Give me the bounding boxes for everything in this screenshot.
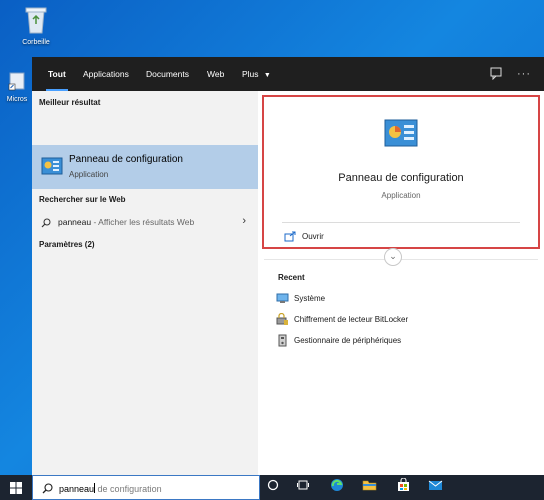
mail-icon[interactable]: [424, 478, 446, 498]
web-search-heading: Rechercher sur le Web: [39, 195, 126, 204]
settings-heading[interactable]: Paramètres (2): [39, 240, 95, 249]
search-typed: panneau: [59, 484, 95, 494]
more-options-icon[interactable]: ···: [516, 66, 532, 82]
system-icon: [276, 293, 289, 303]
feedback-icon[interactable]: [488, 66, 504, 82]
web-search-text: panneau - Afficher les résultats Web: [58, 217, 194, 227]
store-icon[interactable]: [392, 477, 414, 498]
recent-item-label: Chiffrement de lecteur BitLocker: [294, 315, 409, 324]
search-suggestion: de configuration: [95, 484, 162, 494]
best-match-item[interactable]: Panneau de configuration Application: [32, 145, 258, 189]
divider: [282, 222, 520, 223]
windows-logo-icon: [10, 482, 22, 494]
chevron-down-icon: ▼: [263, 72, 271, 79]
taskbar-search-input[interactable]: panneau de configuration: [32, 475, 260, 500]
tab-documents[interactable]: Documents: [146, 57, 189, 91]
tab-plus-label: Plus: [242, 69, 259, 79]
best-match-type: Application: [69, 170, 109, 179]
search-icon: [42, 483, 53, 494]
tab-tout[interactable]: Tout: [46, 57, 68, 91]
open-icon: [284, 231, 296, 242]
recycle-bin-icon: [25, 7, 47, 34]
desktop-icon-edge[interactable]: Micros: [0, 70, 34, 103]
start-button[interactable]: [0, 475, 32, 500]
search-panel: Tout Applications Documents Web Plus ▼ ·…: [32, 57, 544, 475]
best-match-name: Panneau de configuration: [69, 154, 183, 165]
search-tabs-bar: Tout Applications Documents Web Plus ▼ ·…: [32, 57, 544, 91]
best-match-heading: Meilleur résultat: [39, 98, 101, 107]
results-list: Meilleur résultat Panneau de configurati…: [32, 91, 258, 475]
bitlocker-icon: [276, 313, 288, 325]
expand-chevron-icon[interactable]: ⌄: [384, 248, 402, 266]
taskbar: panneau de configuration: [0, 475, 544, 500]
cortana-icon[interactable]: [262, 478, 284, 498]
chevron-right-icon[interactable]: ›: [242, 215, 246, 227]
recycle-bin-label: Corbeille: [22, 39, 50, 46]
web-search-hint: - Afficher les résultats Web: [91, 217, 195, 227]
edge-icon[interactable]: [326, 478, 348, 498]
web-search-result[interactable]: panneau - Afficher les résultats Web ›: [32, 212, 258, 234]
file-explorer-icon[interactable]: [358, 478, 380, 498]
recent-heading: Recent: [278, 273, 305, 282]
device-manager-icon: [278, 334, 287, 347]
desktop-icon-recycle-bin[interactable]: Corbeille: [12, 5, 60, 46]
search-icon: [41, 218, 51, 228]
tab-plus[interactable]: Plus ▼: [242, 57, 271, 91]
task-view-icon[interactable]: [292, 478, 314, 498]
open-label: Ouvrir: [302, 232, 324, 241]
app-title: Panneau de configuration: [338, 172, 464, 184]
recent-item-label: Gestionnaire de périphériques: [294, 336, 402, 345]
recent-item-label: Système: [294, 294, 326, 303]
app-type: Application: [381, 191, 421, 200]
tab-applications[interactable]: Applications: [83, 57, 129, 91]
web-search-query: panneau: [58, 217, 92, 227]
edge-shortcut-label: Micros: [6, 96, 28, 103]
preview-pane: Panneau de configuration Application Ouv…: [258, 91, 544, 475]
edge-shortcut-icon: [8, 72, 25, 91]
control-panel-large-icon: [384, 119, 418, 147]
control-panel-icon: [41, 157, 63, 175]
search-query-text: panneau de configuration: [59, 483, 162, 494]
tab-web[interactable]: Web: [207, 57, 224, 91]
highlight-box: Panneau de configuration Application Ouv…: [262, 95, 540, 249]
